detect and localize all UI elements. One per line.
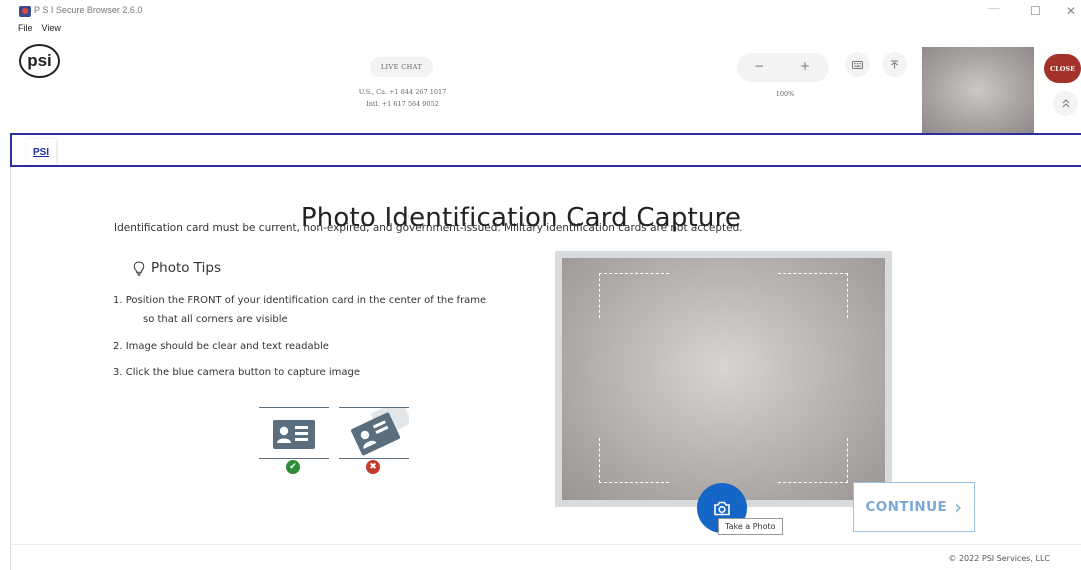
maximize-button[interactable]: ☐ bbox=[1030, 4, 1041, 18]
app-window: P S I Secure Browser 2.6.0 — ☐ ✕ File Vi… bbox=[0, 0, 1081, 570]
error-icon: ✖ bbox=[366, 460, 380, 474]
minimize-panel-button[interactable] bbox=[882, 52, 907, 77]
camera-icon bbox=[714, 501, 730, 515]
zoom-control bbox=[737, 53, 829, 82]
keyboard-icon bbox=[852, 60, 863, 69]
tip-item-2: 2. Image should be clear and text readab… bbox=[113, 341, 329, 352]
zoom-in-button[interactable]: + bbox=[800, 59, 810, 73]
webcam-preview bbox=[922, 47, 1034, 133]
footer: © 2022 PSI Services, LLC bbox=[11, 544, 1081, 570]
tab-psi[interactable]: PSI bbox=[26, 139, 56, 165]
phone-us: U.S., Ca. +1 844 267 1017 bbox=[358, 88, 447, 96]
keyboard-button[interactable] bbox=[845, 52, 870, 77]
crop-guide-bottom-right bbox=[778, 438, 848, 483]
continue-label: CONTINUE bbox=[865, 499, 948, 515]
zoom-level: 100% bbox=[775, 90, 795, 98]
collapse-top-icon bbox=[891, 60, 898, 69]
good-id-example bbox=[259, 407, 329, 459]
proctor-header: psi LIVE CHAT U.S., Ca. +1 844 267 1017 … bbox=[0, 36, 1081, 134]
window-close-button[interactable]: ✕ bbox=[1066, 4, 1076, 18]
live-chat-button[interactable]: LIVE CHAT bbox=[370, 57, 433, 77]
window-title: P S I Secure Browser 2.6.0 bbox=[34, 5, 143, 15]
double-chevron-up-icon bbox=[1062, 99, 1069, 108]
tip-item-1: 1. Position the FRONT of your identifica… bbox=[113, 295, 487, 306]
title-bar: P S I Secure Browser 2.6.0 — ☐ ✕ bbox=[0, 0, 1081, 22]
camera-feed bbox=[562, 258, 885, 500]
phone-intl: Intl. +1 617 564 9052 bbox=[366, 100, 439, 108]
take-photo-tooltip: Take a Photo bbox=[718, 518, 783, 535]
zoom-out-button[interactable]: − bbox=[754, 59, 764, 73]
chevron-right-icon: › bbox=[954, 495, 963, 519]
lightbulb-icon bbox=[133, 260, 145, 276]
tilted-id-card-icon bbox=[351, 399, 412, 456]
continue-button[interactable]: CONTINUE › bbox=[853, 482, 975, 532]
crop-guide-top-left bbox=[599, 273, 669, 318]
crop-guide-top-right bbox=[778, 273, 848, 318]
tab-strip: PSI bbox=[10, 133, 1081, 167]
id-card-icon bbox=[273, 420, 315, 449]
id-requirement-text: Identification card must be current, non… bbox=[114, 222, 743, 234]
check-icon: ✔ bbox=[286, 460, 300, 474]
copyright: © 2022 PSI Services, LLC bbox=[948, 554, 1050, 563]
bad-id-example bbox=[339, 399, 412, 459]
tip-item-3: 3. Click the blue camera button to captu… bbox=[113, 367, 361, 378]
close-session-button[interactable]: CLOSE bbox=[1044, 54, 1081, 83]
psi-logo: psi bbox=[19, 44, 60, 78]
photo-tips-label: Photo Tips bbox=[151, 260, 221, 276]
minimize-button[interactable]: — bbox=[988, 1, 1000, 15]
app-logo-icon bbox=[19, 6, 31, 17]
photo-tips-heading: Photo Tips bbox=[133, 260, 221, 276]
collapse-header-button[interactable] bbox=[1053, 91, 1078, 116]
menu-view[interactable]: View bbox=[42, 23, 61, 33]
main-content: Photo Identification Card Capture Identi… bbox=[10, 167, 1081, 570]
camera-capture-frame bbox=[555, 251, 892, 507]
crop-guide-bottom-left bbox=[599, 438, 669, 483]
menu-bar: File View bbox=[18, 23, 61, 33]
tip-item-1-continued: so that all corners are visible bbox=[143, 314, 288, 325]
menu-file[interactable]: File bbox=[18, 23, 33, 33]
